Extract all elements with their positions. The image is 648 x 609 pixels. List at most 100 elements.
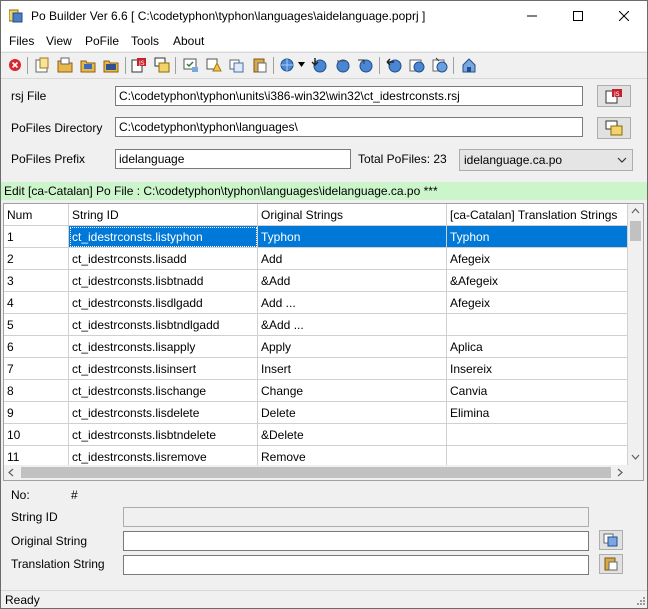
cell-num[interactable]: 8	[4, 380, 69, 402]
scroll-down-icon[interactable]	[631, 454, 640, 460]
translation-string-field[interactable]	[123, 555, 589, 575]
cell-translation[interactable]: Aplica	[447, 336, 628, 358]
arrow-left-icon[interactable]	[386, 57, 402, 73]
check-icon[interactable]	[183, 57, 199, 73]
save-all-icon[interactable]	[103, 57, 119, 73]
cell-original[interactable]: Change	[258, 380, 447, 402]
cell-num[interactable]: 6	[4, 336, 69, 358]
cell-original[interactable]: Add	[258, 248, 447, 270]
cell-string-id[interactable]: ct_idestrconsts.lisbtndlgadd	[69, 314, 258, 336]
export-icon[interactable]: JS	[131, 57, 147, 73]
cell-translation[interactable]: Typhon	[447, 226, 628, 248]
horizontal-scroll-thumb[interactable]	[21, 467, 611, 478]
dropdown-arrow-icon[interactable]	[298, 62, 305, 67]
cell-string-id[interactable]: ct_idestrconsts.lisdlgadd	[69, 292, 258, 314]
cell-string-id[interactable]: ct_idestrconsts.lisinsert	[69, 358, 258, 380]
maximize-button[interactable]	[555, 1, 601, 31]
cell-num[interactable]: 7	[4, 358, 69, 380]
menu-about[interactable]: About	[173, 34, 204, 48]
copy-icon[interactable]	[229, 57, 245, 73]
globe-up-icon[interactable]	[334, 57, 350, 73]
world-add-icon[interactable]	[432, 57, 448, 73]
copy-original-button[interactable]	[599, 530, 623, 550]
paste-icon[interactable]	[252, 57, 268, 73]
resize-grip-icon[interactable]	[635, 595, 645, 605]
menu-pofile[interactable]: PoFile	[85, 34, 119, 48]
horizontal-scrollbar[interactable]	[4, 465, 628, 480]
scroll-right-icon[interactable]	[617, 468, 623, 477]
pofiles-prefix-field[interactable]: idelanguage	[115, 149, 351, 169]
menu-tools[interactable]: Tools	[131, 34, 159, 48]
strings-table[interactable]: Num String ID Original Strings [ca-Catal…	[3, 203, 644, 481]
table-row[interactable]: 7 ct_idestrconsts.lisinsert Insert Insereix	[4, 358, 628, 380]
cell-translation[interactable]	[447, 314, 628, 336]
cell-string-id[interactable]: ct_idestrconsts.listyphon	[69, 226, 258, 248]
table-row[interactable]: 9 ct_idestrconsts.lisdelete Delete Elimina	[4, 402, 628, 424]
open-folder-icon[interactable]	[57, 57, 73, 73]
cell-num[interactable]: 10	[4, 424, 69, 446]
menu-files[interactable]: Files	[9, 34, 34, 48]
vertical-scroll-thumb[interactable]	[630, 221, 641, 241]
new-folder-icon[interactable]	[34, 57, 50, 73]
import-icon[interactable]	[154, 57, 170, 73]
cell-original[interactable]: Delete	[258, 402, 447, 424]
cell-string-id[interactable]: ct_idestrconsts.lisadd	[69, 248, 258, 270]
cell-string-id[interactable]: ct_idestrconsts.lisbtnadd	[69, 270, 258, 292]
paste-translation-button[interactable]	[599, 554, 623, 574]
table-row[interactable]: 8 ct_idestrconsts.lischange Change Canvia	[4, 380, 628, 402]
cell-original[interactable]: Add ...	[258, 292, 447, 314]
menu-view[interactable]: View	[46, 34, 72, 48]
cell-num[interactable]: 9	[4, 402, 69, 424]
cell-string-id[interactable]: ct_idestrconsts.lischange	[69, 380, 258, 402]
save-icon[interactable]	[80, 57, 96, 73]
rsj-file-field[interactable]: C:\codetyphon\typhon\units\i386-win32\wi…	[115, 86, 583, 106]
cell-string-id[interactable]: ct_idestrconsts.lisbtndelete	[69, 424, 258, 446]
cell-num[interactable]: 1	[4, 226, 69, 248]
house-icon[interactable]	[461, 57, 477, 73]
cell-translation[interactable]: Afegeix	[447, 248, 628, 270]
table-row[interactable]: 5 ct_idestrconsts.lisbtndlgadd &Add ...	[4, 314, 628, 336]
directory-browse-button[interactable]	[597, 117, 631, 139]
world-icon[interactable]	[409, 57, 425, 73]
cell-translation[interactable]: Canvia	[447, 380, 628, 402]
cell-translation[interactable]	[447, 424, 628, 446]
column-header-num[interactable]: Num	[4, 204, 69, 226]
close-red-icon[interactable]	[7, 57, 23, 73]
cell-translation[interactable]: &Afegeix	[447, 270, 628, 292]
column-header-translation[interactable]: [ca-Catalan] Translation Strings	[447, 204, 628, 226]
scroll-up-icon[interactable]	[631, 208, 640, 214]
pofiles-directory-field[interactable]: C:\codetyphon\typhon\languages\	[115, 117, 583, 137]
vertical-scrollbar[interactable]	[628, 204, 643, 465]
table-row[interactable]: 2 ct_idestrconsts.lisadd Add Afegeix	[4, 248, 628, 270]
globe-icon[interactable]	[280, 57, 296, 73]
scroll-left-icon[interactable]	[8, 468, 14, 477]
cell-original[interactable]: Typhon	[258, 226, 447, 248]
column-header-string-id[interactable]: String ID	[69, 204, 258, 226]
cell-original[interactable]: &Add ...	[258, 314, 447, 336]
table-row[interactable]: 6 ct_idestrconsts.lisapply Apply Aplica	[4, 336, 628, 358]
cell-num[interactable]: 2	[4, 248, 69, 270]
cell-num[interactable]: 5	[4, 314, 69, 336]
globe-down-icon[interactable]	[311, 57, 327, 73]
cell-translation[interactable]: Afegeix	[447, 292, 628, 314]
cell-translation[interactable]: Insereix	[447, 358, 628, 380]
cell-original[interactable]: Apply	[258, 336, 447, 358]
cell-original[interactable]: &Delete	[258, 424, 447, 446]
minimize-button[interactable]	[509, 1, 555, 31]
globe-refresh-icon[interactable]	[357, 57, 373, 73]
cell-translation[interactable]: Elimina	[447, 402, 628, 424]
cell-string-id[interactable]: ct_idestrconsts.lisdelete	[69, 402, 258, 424]
table-row[interactable]: 1 ct_idestrconsts.listyphon Typhon Typhon	[4, 226, 628, 248]
cell-original[interactable]: &Add	[258, 270, 447, 292]
po-file-select[interactable]: idelanguage.ca.po	[459, 149, 633, 171]
table-row[interactable]: 10 ct_idestrconsts.lisbtndelete &Delete	[4, 424, 628, 446]
original-string-field[interactable]	[123, 531, 589, 551]
close-button[interactable]	[601, 1, 647, 31]
table-row[interactable]: 4 ct_idestrconsts.lisdlgadd Add ... Afegeix	[4, 292, 628, 314]
warning-icon[interactable]	[206, 57, 222, 73]
column-header-original[interactable]: Original Strings	[258, 204, 447, 226]
cell-num[interactable]: 4	[4, 292, 69, 314]
cell-num[interactable]: 3	[4, 270, 69, 292]
cell-string-id[interactable]: ct_idestrconsts.lisapply	[69, 336, 258, 358]
table-row[interactable]: 3 ct_idestrconsts.lisbtnadd &Add &Afegeix	[4, 270, 628, 292]
